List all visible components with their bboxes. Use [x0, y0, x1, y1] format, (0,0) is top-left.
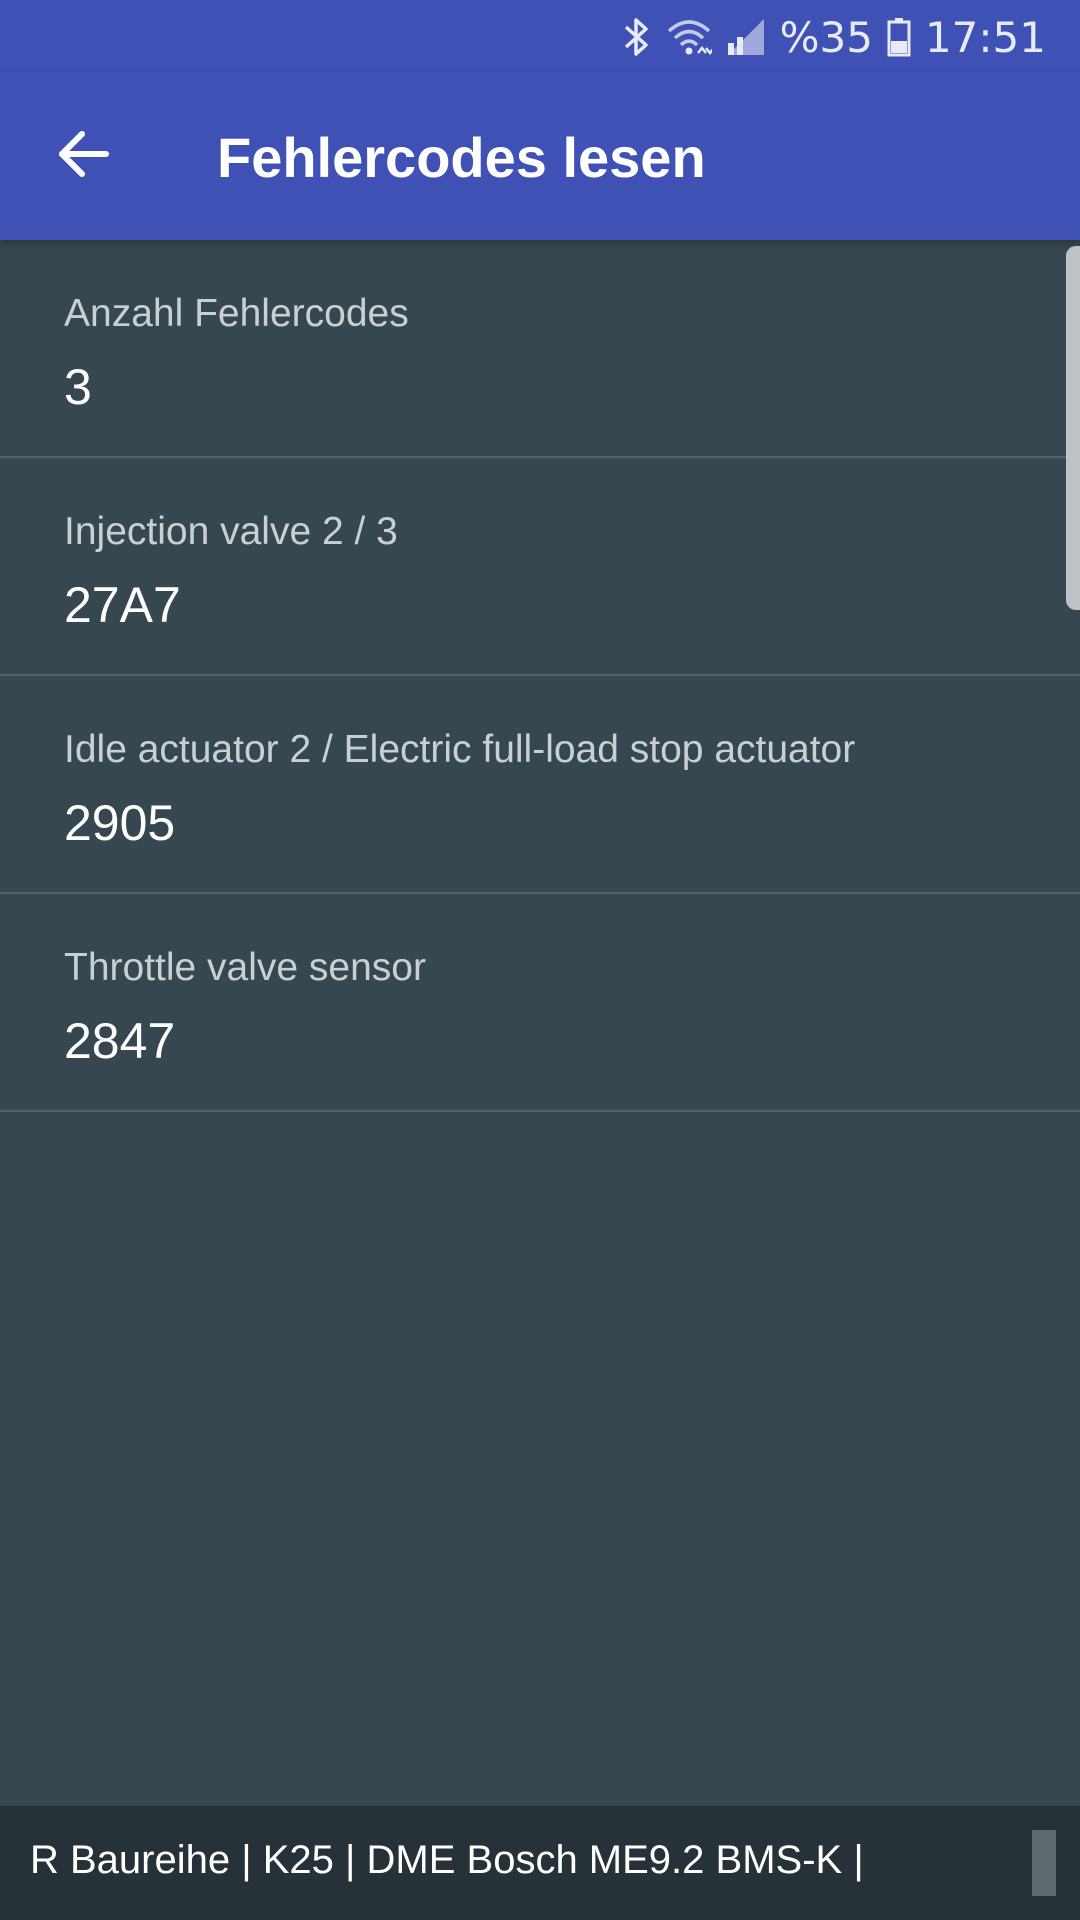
page-title: Fehlercodes lesen — [217, 126, 706, 189]
bluetooth-icon — [622, 16, 652, 58]
item-value: 3 — [64, 359, 92, 415]
list-item-fault-code[interactable]: Injection valve 2 / 3 27A7 — [0, 458, 1080, 676]
item-label: Throttle valve sensor — [64, 946, 426, 989]
wifi-icon — [666, 17, 712, 57]
app-bar: Fehlercodes lesen — [0, 72, 1080, 240]
status-bar: %35 17:51 — [0, 0, 1080, 72]
list-item-fault-code[interactable]: Idle actuator 2 / Electric full-load sto… — [0, 676, 1080, 894]
list-item-fault-code[interactable]: Throttle valve sensor 2847 — [0, 894, 1080, 1112]
screen: %35 17:51 Fehlercodes lesen Anzahl Fehle… — [0, 0, 1080, 1920]
vehicle-info-footer: R Baureihe | K25 | DME Bosch ME9.2 BMS-K… — [0, 1806, 1080, 1920]
item-label: Injection valve 2 / 3 — [64, 510, 398, 553]
item-value: 27A7 — [64, 577, 181, 633]
vehicle-info-text: R Baureihe | K25 | DME Bosch ME9.2 BMS-K… — [30, 1838, 864, 1882]
arrow-left-icon — [58, 130, 110, 183]
back-button[interactable] — [44, 116, 124, 196]
item-value: 2847 — [64, 1013, 176, 1069]
item-label: Idle actuator 2 / Electric full-load sto… — [64, 728, 856, 771]
battery-text: %35 — [779, 12, 873, 62]
scrollbar[interactable] — [1066, 246, 1080, 610]
list-item-fault-count[interactable]: Anzahl Fehlercodes 3 — [0, 240, 1080, 458]
signal-icon — [726, 17, 766, 57]
item-value: 2905 — [64, 795, 176, 851]
status-icons: %35 17:51 — [622, 12, 1046, 62]
battery-icon — [887, 17, 911, 57]
fault-code-list: Anzahl Fehlercodes 3 Injection valve 2 /… — [0, 240, 1080, 1112]
footer-handle[interactable] — [1032, 1830, 1056, 1896]
status-time: 17:51 — [924, 12, 1046, 62]
item-label: Anzahl Fehlercodes — [64, 292, 409, 335]
